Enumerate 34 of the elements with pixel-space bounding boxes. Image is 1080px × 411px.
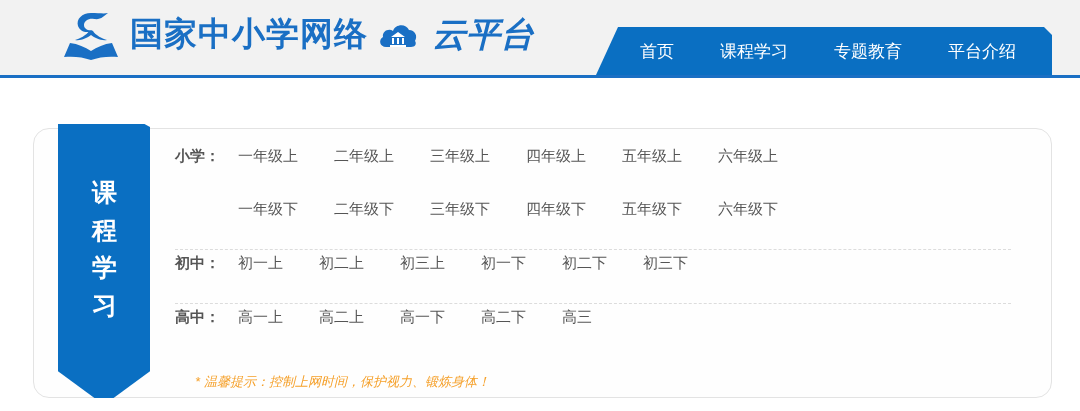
grade-link[interactable]: 二年级下 (334, 200, 394, 219)
grade-link[interactable]: 六年级上 (718, 147, 778, 166)
nav-link[interactable]: 专题教育 (834, 39, 902, 63)
grade-link[interactable]: 五年级下 (622, 200, 682, 219)
grade-link[interactable]: 高二下 (481, 308, 526, 327)
nav-link[interactable]: 课程学习 (720, 39, 788, 63)
grade-link[interactable]: 初一上 (238, 254, 283, 273)
grade-link[interactable]: 初三下 (643, 254, 688, 273)
grade-link[interactable]: 初三上 (400, 254, 445, 273)
grade-link[interactable]: 四年级上 (526, 147, 586, 166)
grade-link[interactable]: 四年级下 (526, 200, 586, 219)
grade-link[interactable]: 初二上 (319, 254, 364, 273)
nav-link[interactable]: 平台介绍 (948, 39, 1016, 63)
grade-link[interactable]: 一年级上 (238, 147, 298, 166)
grade-link[interactable]: 三年级上 (430, 147, 490, 166)
grade-link[interactable]: 初二下 (562, 254, 607, 273)
level-label: 初中： (175, 253, 221, 273)
grade-link[interactable]: 五年级上 (622, 147, 682, 166)
grade-link[interactable]: 高三 (562, 308, 592, 327)
level-label: 小学： (175, 146, 221, 166)
grade-link[interactable]: 初一下 (481, 254, 526, 273)
grade-link[interactable]: 六年级下 (718, 200, 778, 219)
logo-text: 云平台 (432, 13, 534, 55)
grade-link[interactable]: 高一上 (238, 308, 283, 327)
panel-title: 课程学习 (91, 177, 117, 321)
tip-text: * 温馨提示：控制上网时间，保护视力、锻炼身体！ (195, 373, 491, 391)
grade-link[interactable]: 高一下 (400, 308, 445, 327)
grade-link[interactable]: 三年级下 (430, 200, 490, 219)
nav-link[interactable]: 首页 (640, 39, 674, 63)
site-title: 国家中小学网络 (130, 14, 368, 54)
grade-link[interactable]: 高二上 (319, 308, 364, 327)
grade-link[interactable]: 二年级上 (334, 147, 394, 166)
grade-link[interactable]: 一年级下 (238, 200, 298, 219)
level-label: 高中： (175, 307, 221, 327)
